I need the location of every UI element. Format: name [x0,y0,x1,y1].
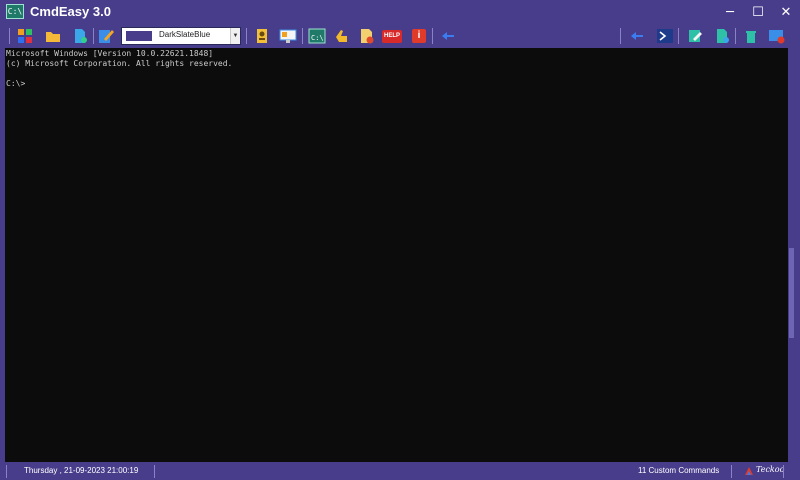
brand-logo-icon [745,467,753,475]
toolbar-separator [678,28,679,44]
app-title: CmdEasy 3.0 [30,4,111,19]
status-bar: Thursday , 21-09-2023 21:00:19 11 Custom… [0,462,800,480]
toolbar-separator [432,28,433,44]
app-logo-icon: C:\ [6,4,24,19]
status-separator [731,465,732,478]
minimize-button[interactable]: ─ [716,0,744,24]
clear-console-button[interactable] [768,27,786,45]
add-command-button[interactable] [358,27,376,45]
favorites-button[interactable] [332,27,350,45]
help-button[interactable]: HELP [382,27,403,45]
monitor-icon [279,29,297,43]
user-badge-icon [257,29,267,43]
toolbar-separator [93,28,94,44]
color-swatch [126,31,152,41]
file-add-icon [717,29,729,43]
toolbar-separator [302,28,303,44]
toolbar-separator [9,28,10,44]
info-button[interactable]: i [410,27,428,45]
command-prompt-button[interactable]: C:\ [308,27,326,45]
custom-commands-count[interactable]: 11 Custom Commands [638,466,719,475]
console-output[interactable]: Microsoft Windows [Version 10.0.22621.18… [5,48,788,462]
console-scrollbar[interactable] [788,48,795,462]
edit-icon [689,30,702,42]
close-button[interactable]: ✕ [772,0,800,24]
edit-theme-button[interactable] [97,27,115,45]
svg-text:C:\: C:\ [311,34,324,42]
trash-icon [746,31,756,43]
document-star-icon [361,29,374,44]
color-select-value: DarkSlateBlue [159,30,211,39]
toolbar-separator [246,28,247,44]
hand-icon [336,30,347,42]
toolbar-separator [735,28,736,44]
status-separator [783,465,784,478]
back-button[interactable] [439,27,457,45]
color-palette-button[interactable] [16,27,34,45]
scrollbar-thumb[interactable] [789,248,794,338]
powershell-icon [657,29,673,43]
console-line: Microsoft Windows [Version 10.0.22621.18… [6,49,214,58]
arrow-left-icon [442,32,454,40]
previous-button[interactable] [628,27,646,45]
folder-icon [46,32,60,42]
edit-command-button[interactable] [686,27,704,45]
powershell-button[interactable] [656,27,674,45]
info-icon: i [412,29,426,43]
chevron-down-icon[interactable]: ▼ [230,28,240,44]
status-separator [154,465,155,478]
delete-button[interactable] [742,27,760,45]
new-file-button[interactable] [71,27,89,45]
add-script-button[interactable] [713,27,731,45]
console-line: (c) Microsoft Corporation. All rights re… [6,59,233,68]
color-palette-icon [18,29,32,43]
console-prompt[interactable]: C:\> [6,79,787,89]
color-theme-select[interactable]: DarkSlateBlue ▼ [121,27,241,45]
monitor-button[interactable] [279,27,297,45]
status-datetime: Thursday , 21-09-2023 21:00:19 [24,466,139,475]
maximize-button[interactable]: ☐ [744,0,772,24]
user-button[interactable] [253,27,271,45]
status-separator [6,465,7,478]
arrow-left-icon [631,32,643,40]
open-folder-button[interactable] [44,27,62,45]
toolbar-separator [620,28,621,44]
help-icon: HELP [382,29,403,43]
toolbar: DarkSlateBlue ▼ C:\ HELP i [0,24,800,48]
title-bar: C:\ CmdEasy 3.0 ─ ☐ ✕ [0,0,800,24]
command-prompt-icon: C:\ [308,28,326,44]
brand-name: Teckoo [756,465,785,474]
file-add-icon [75,29,87,43]
console-clear-icon [769,30,785,44]
notebook-edit-icon [99,30,114,43]
